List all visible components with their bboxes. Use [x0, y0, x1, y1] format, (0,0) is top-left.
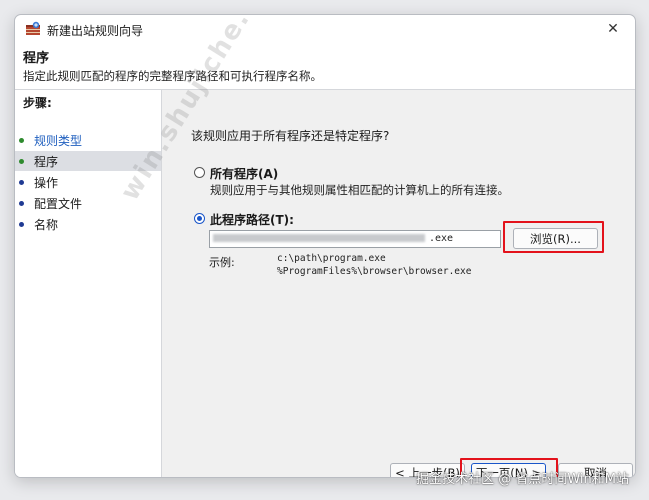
path-extension: .exe — [429, 233, 454, 244]
sidebar-item-label: 名称 — [34, 217, 59, 232]
wizard-window: 新建出站规则向导 ✕ 程序 指定此规则匹配的程序的完整程序路径和可执行程序名称。… — [14, 14, 636, 478]
all-programs-description: 规则应用于与其他规则属性相匹配的计算机上的所有连接。 — [210, 183, 509, 197]
program-path-input[interactable]: .exe — [209, 230, 501, 248]
title-bar: 新建出站规则向导 ✕ — [15, 15, 635, 43]
page-subtitle: 指定此规则匹配的程序的完整程序路径和可执行程序名称。 — [23, 69, 322, 83]
page-header: 程序 指定此规则匹配的程序的完整程序路径和可执行程序名称。 — [15, 43, 635, 90]
main-content: 该规则应用于所有程序还是特定程序? 所有程序(A) 规则应用于与其他规则属性相匹… — [162, 90, 635, 477]
example-line-2: %ProgramFiles%\browser\browser.exe — [277, 266, 472, 277]
redacted-path — [213, 234, 425, 242]
sidebar-item-name[interactable]: 名称 — [15, 214, 161, 234]
sidebar-item-label: 程序 — [34, 154, 59, 169]
close-button[interactable]: ✕ — [591, 15, 635, 43]
close-icon: ✕ — [607, 21, 619, 37]
page-title: 程序 — [23, 51, 50, 66]
step-pending-icon — [19, 221, 24, 227]
step-done-icon — [19, 137, 24, 143]
steps-title: 步骤: — [23, 96, 52, 110]
all-programs-radio[interactable] — [194, 167, 205, 178]
step-pending-icon — [19, 179, 24, 185]
browse-highlight-box — [503, 221, 604, 253]
example-label: 示例: — [209, 256, 235, 269]
program-path-radio[interactable] — [194, 213, 205, 224]
scope-question: 该规则应用于所有程序还是特定程序? — [191, 129, 390, 143]
sidebar-item-rule-type[interactable]: 规则类型 — [15, 130, 161, 150]
sidebar-item-label: 操作 — [34, 175, 59, 190]
sidebar-item-label: 规则类型 — [34, 133, 83, 148]
program-path-label[interactable]: 此程序路径(T): — [210, 211, 294, 228]
sidebar-item-label: 配置文件 — [34, 196, 83, 211]
source-watermark: 掘金技术社区 @ 省点时间Win和M站 — [416, 472, 629, 487]
step-current-icon — [19, 158, 24, 164]
firewall-app-icon — [26, 21, 40, 35]
example-line-1: c:\path\program.exe — [277, 253, 386, 264]
step-pending-icon — [19, 200, 24, 206]
all-programs-label[interactable]: 所有程序(A) — [210, 165, 278, 182]
window-title: 新建出站规则向导 — [47, 24, 144, 38]
